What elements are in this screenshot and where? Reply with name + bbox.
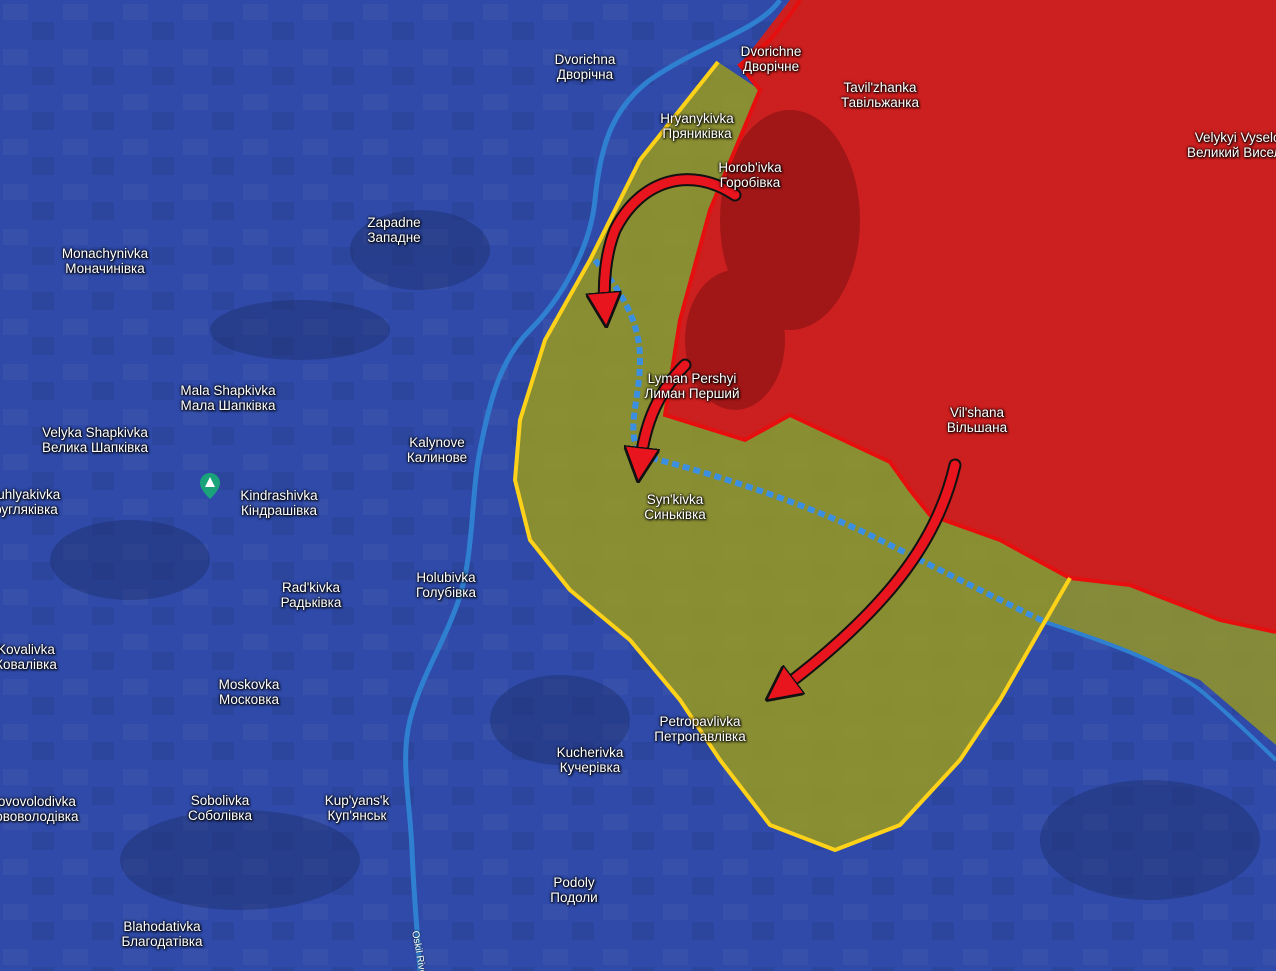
map-canvas[interactable]: Oskil River Dvorichna Дворічна Dvorichne Дв…	[0, 0, 1276, 971]
campground-pin-icon[interactable]	[200, 473, 220, 499]
map-layers	[0, 0, 1276, 971]
